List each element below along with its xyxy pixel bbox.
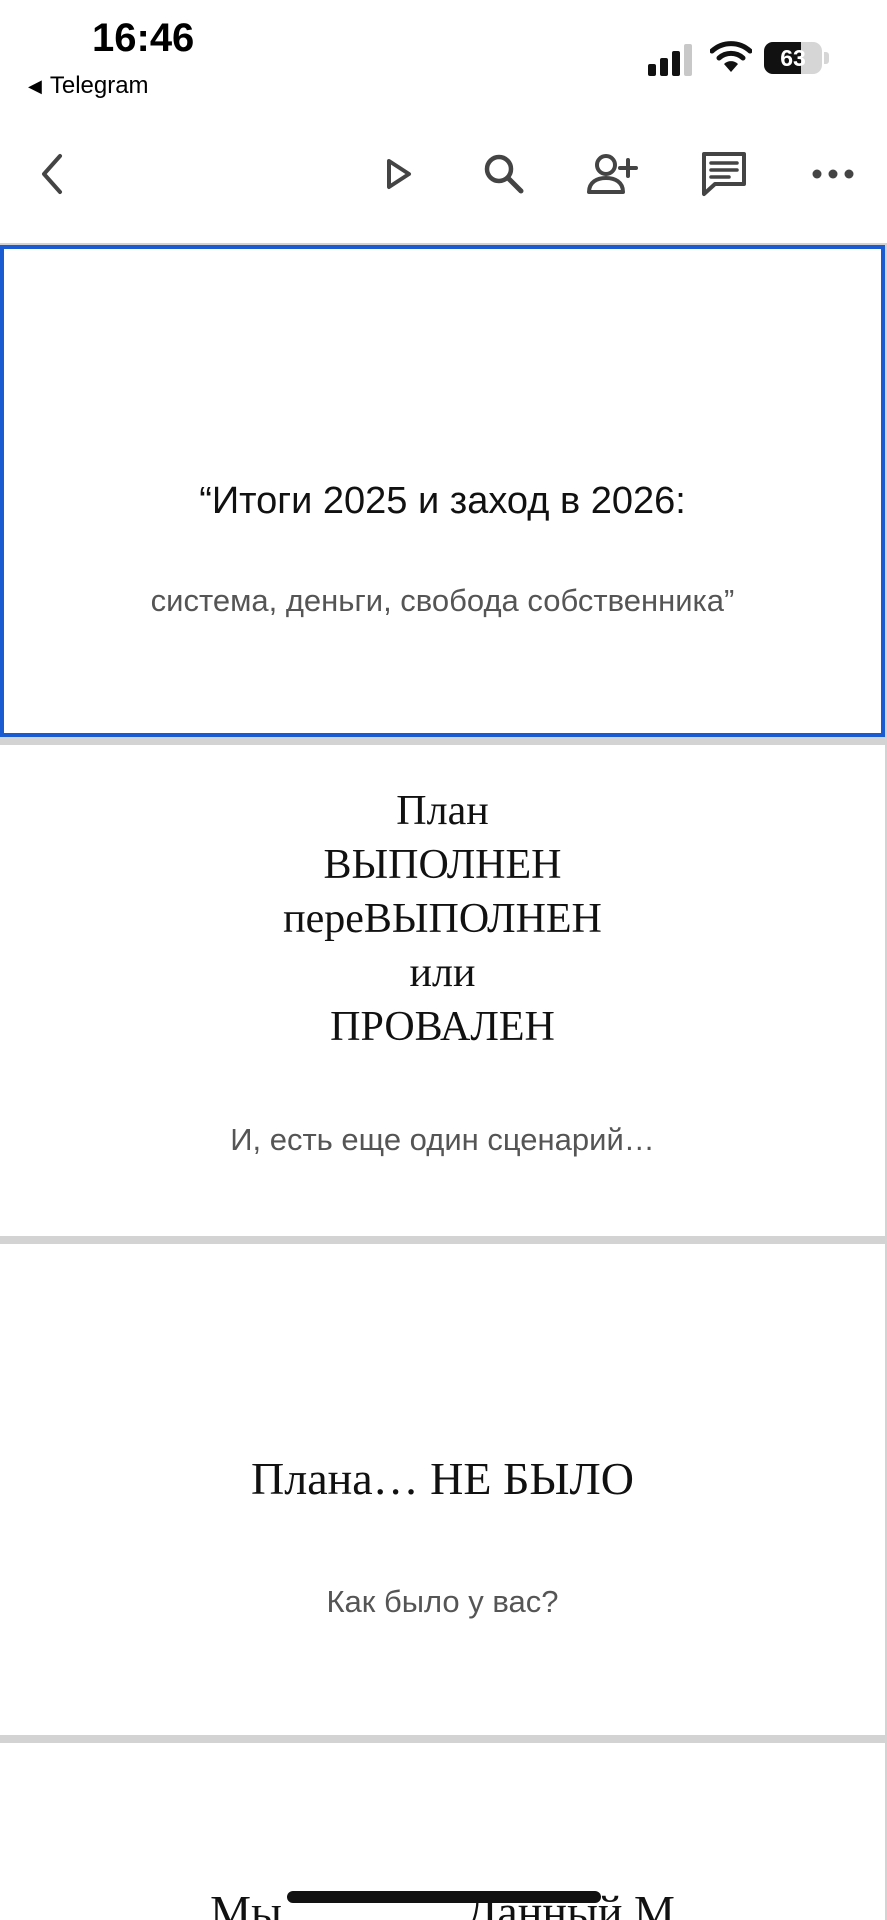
back-app-label: Telegram [49,72,149,99]
back-triangle-icon: ◀ [28,75,42,96]
more-options-button[interactable] [801,142,865,206]
slide-1-subtitle: система, деньги, свобода собственника” [150,583,735,618]
add-person-icon [587,154,638,194]
comments-button[interactable] [692,142,756,206]
slide-thumbnail-2[interactable]: План ВЫПОЛНЕН переВЫПОЛНЕН или ПРОВАЛЕН … [0,745,885,1236]
cellular-signal-icon [648,44,692,76]
slide-2-title-line: ПРОВАЛЕН [330,1004,555,1050]
battery-percent: 63 [780,45,806,71]
slide-2-title-line: или [409,950,476,996]
home-indicator[interactable] [287,1891,601,1903]
back-icon [42,154,62,194]
search-button[interactable] [472,142,536,206]
slide-2-title-line: переВЫПОЛНЕН [283,896,602,942]
slide-2-subtitle: И, есть еще один сценарий… [230,1122,655,1157]
battery-cap [824,52,829,64]
slide-3-title: Плана… НЕ БЫЛО [251,1453,634,1504]
status-time: 16:46 [92,16,195,60]
comment-icon [702,152,746,196]
slide-thumbnail-3[interactable]: Плана… НЕ БЫЛО Как было у вас? [0,1244,885,1735]
back-button[interactable] [22,142,86,206]
search-icon [484,154,524,194]
slide-2-title-line: ВЫПОЛНЕН [323,842,562,888]
present-button[interactable] [366,142,430,206]
slide-3-subtitle: Как было у вас? [326,1584,559,1619]
slide-thumbnail-1[interactable]: “Итоги 2025 и заход в 2026: система, ден… [0,245,885,737]
back-to-app-link[interactable]: ◀ Telegram [28,72,149,100]
more-icon [812,169,854,179]
slide-1-title: “Итоги 2025 и заход в 2026: [199,480,686,522]
slide-2-title-line: План [396,788,489,834]
wifi-icon [710,41,752,72]
battery-icon: 63 [764,42,822,74]
slides-list: “Итоги 2025 и заход в 2026: система, ден… [0,243,887,1920]
status-bar: 16:46 ◀ Telegram 63 [0,0,887,110]
slide-2-title: План ВЫПОЛНЕН переВЫПОЛНЕН или ПРОВАЛЕН [0,784,885,1054]
share-add-person-button[interactable] [581,142,645,206]
presentation-toolbar [0,130,887,220]
play-icon [387,159,411,189]
